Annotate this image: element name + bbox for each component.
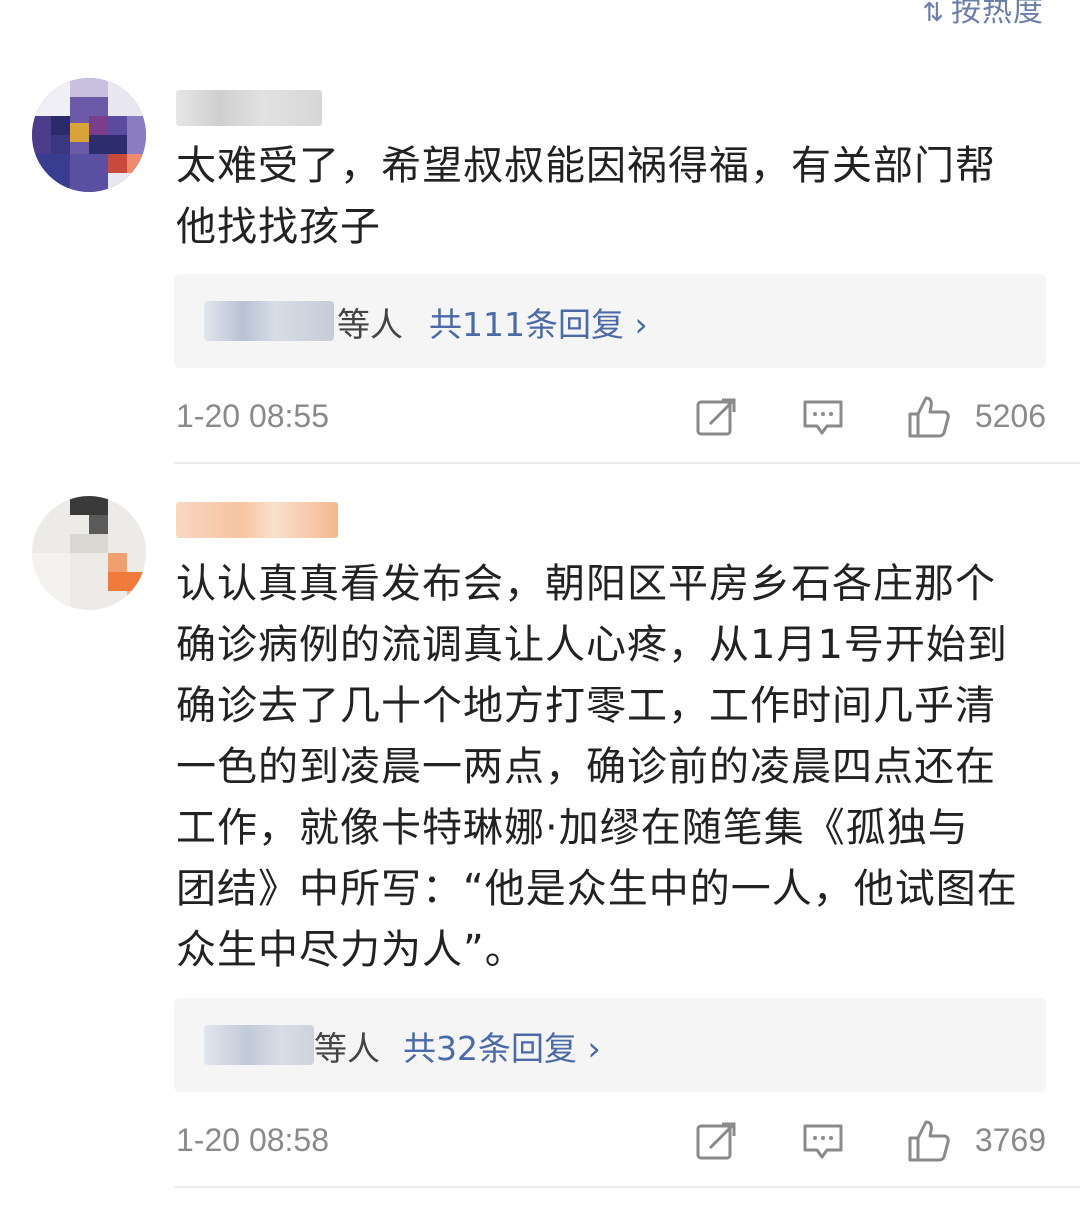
comment-text: 太难受了，希望叔叔能因祸得福，有关部门帮 他找找孩子 (176, 143, 996, 250)
like-icon[interactable] (906, 394, 952, 440)
reply-users-blurred (204, 1025, 314, 1065)
share-icon[interactable] (694, 1118, 740, 1164)
reply-summary[interactable]: 等人 共32条回复 › (174, 998, 1046, 1092)
reply-count-link[interactable]: 共111条回复 › (429, 298, 648, 346)
reply-users-blurred (204, 301, 334, 341)
reply-others-label: 等人 (337, 305, 403, 344)
like-count: 3769 (974, 1122, 1046, 1158)
comment-time: 1-20 08:58 (176, 1122, 330, 1158)
share-icon[interactable] (694, 394, 740, 440)
comment-meta: 1-20 08:58 3769 (176, 1118, 1046, 1168)
comment-divider (174, 1186, 1080, 1188)
comment-divider (174, 462, 1080, 464)
comment-icon[interactable] (800, 394, 846, 440)
comment-meta: 1-20 08:55 5206 (176, 394, 1046, 444)
reply-others-label: 等人 (314, 1029, 380, 1068)
username-blurred[interactable] (176, 502, 338, 538)
like-count: 5206 (974, 398, 1046, 434)
comment-time: 1-20 08:55 (176, 398, 330, 434)
avatar[interactable] (32, 496, 146, 610)
like-icon[interactable] (906, 1118, 952, 1164)
reply-summary[interactable]: 等人 共111条回复 › (174, 274, 1046, 368)
username-blurred[interactable] (176, 90, 322, 126)
avatar[interactable] (32, 78, 146, 192)
sort-icon: ⇅ (922, 0, 945, 28)
sort-label: 按热度 (951, 0, 1044, 29)
sort-toggle[interactable]: ⇅ 按热度 (922, 0, 1044, 30)
reply-count-link[interactable]: 共32条回复 › (403, 1022, 601, 1070)
comment-text: 认认真真看发布会，朝阳区平房乡石各庄那个 确诊病例的流调真让人心疼，从1月1号开… (176, 561, 1018, 973)
comment-icon[interactable] (800, 1118, 846, 1164)
